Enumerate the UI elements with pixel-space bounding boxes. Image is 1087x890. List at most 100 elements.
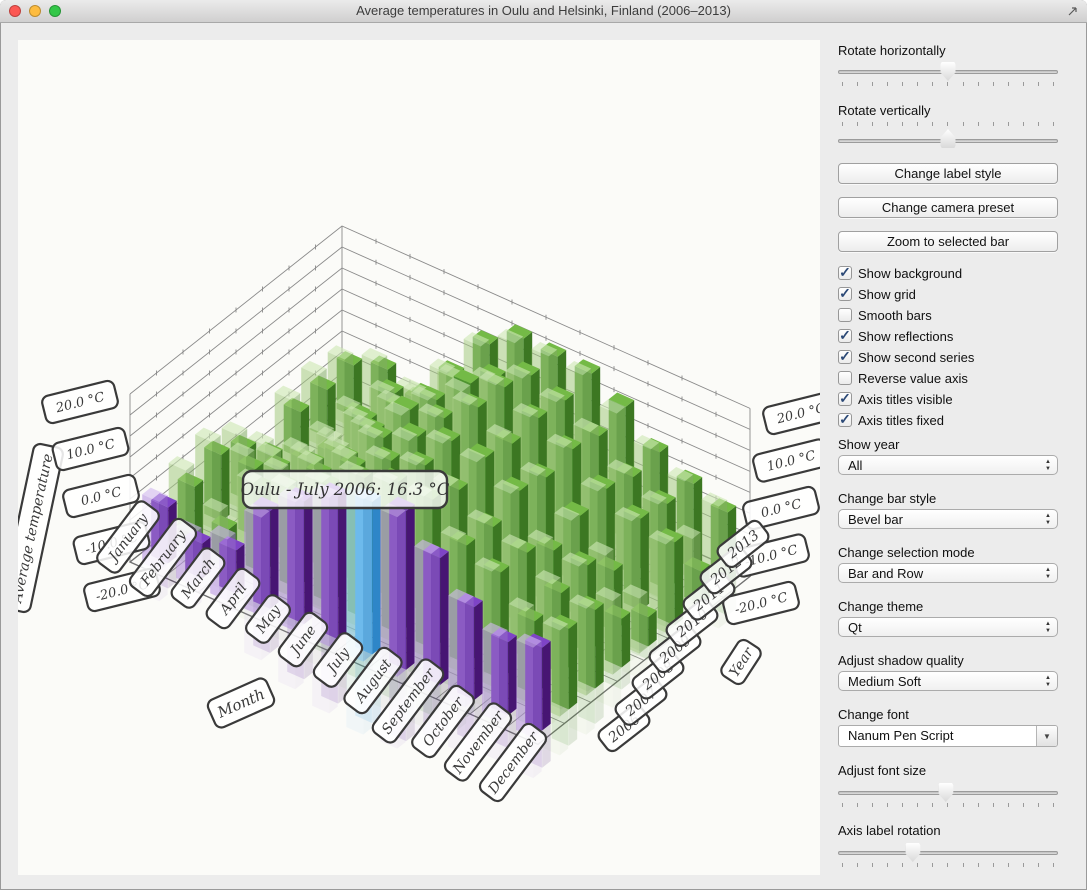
tick-mark [947, 82, 948, 86]
change-label-style-button[interactable]: Change label style [838, 163, 1058, 184]
checkbox-box[interactable] [838, 308, 852, 322]
show-year-label: Show year [838, 437, 1058, 452]
slider-thumb[interactable] [905, 843, 920, 862]
tick-mark [842, 82, 843, 86]
change-camera-preset-button[interactable]: Change camera preset [838, 197, 1058, 218]
app-window: Average temperatures in Oulu and Helsink… [0, 0, 1087, 890]
tick-mark [1053, 803, 1054, 807]
checkbox-smooth-bars[interactable]: Smooth bars [838, 307, 932, 323]
tick-mark [932, 82, 933, 86]
bar-style-select[interactable]: Bevel bar ▲▼ [838, 509, 1058, 529]
tick-mark [872, 122, 873, 126]
checkbox-show-background[interactable]: ✓ Show background [838, 265, 962, 281]
tick-mark [902, 82, 903, 86]
tick-mark [932, 803, 933, 807]
checkbox-label: Axis titles visible [858, 392, 953, 407]
tick-mark [1053, 122, 1054, 126]
slider-ticks [842, 803, 1054, 807]
tick-mark [902, 863, 903, 867]
value-tick-label: 10.0 °C [51, 426, 130, 471]
change-font-label: Change font [838, 707, 1058, 722]
checkbox-box[interactable]: ✓ [838, 392, 852, 406]
tick-mark [887, 803, 888, 807]
chart-panel[interactable]: Average temperature20.0 °C10.0 °C0.0 °C-… [18, 40, 820, 875]
tick-mark [1038, 122, 1039, 126]
window-resize-icon[interactable] [1067, 5, 1079, 17]
axis-label-rotation-slider[interactable] [838, 841, 1058, 871]
tick-mark [1023, 863, 1024, 867]
checkbox-box[interactable] [838, 371, 852, 385]
month-axis-title: Month [206, 676, 277, 729]
slider-ticks [842, 863, 1054, 867]
slider-ticks [842, 122, 1054, 126]
tick-mark [947, 803, 948, 807]
rotate-horizontal-slider[interactable] [838, 60, 1058, 90]
select-value: Qt [848, 620, 862, 636]
tick-mark [978, 122, 979, 126]
zoom-to-selected-bar-button[interactable]: Zoom to selected bar [838, 231, 1058, 252]
tick-mark [1023, 82, 1024, 86]
tick-mark [963, 863, 964, 867]
theme-select[interactable]: Qt ▲▼ [838, 617, 1058, 637]
selection-mode-select[interactable]: Bar and Row ▲▼ [838, 563, 1058, 583]
checkbox-reverse-value-axis[interactable]: Reverse value axis [838, 370, 968, 386]
tick-mark [857, 803, 858, 807]
font-size-slider[interactable] [838, 781, 1058, 811]
checkbox-show-reflections[interactable]: ✓ Show reflections [838, 328, 953, 344]
tick-mark [857, 122, 858, 126]
slider-groove [838, 851, 1058, 855]
value-tick-label: 20.0 °C [41, 379, 120, 424]
font-select[interactable]: Nanum Pen Script ▼ [838, 725, 1058, 747]
adjust-shadow-quality-label: Adjust shadow quality [838, 653, 1058, 668]
svg-text:Average temperature: Average temperature [18, 452, 56, 606]
tick-mark [902, 803, 903, 807]
checkbox-show-grid[interactable]: ✓ Show grid [838, 286, 916, 302]
checkbox-box[interactable]: ✓ [838, 329, 852, 343]
dropdown-arrow-icon[interactable]: ▼ [1036, 726, 1057, 746]
adjust-font-size-label: Adjust font size [838, 763, 1058, 778]
tick-mark [842, 863, 843, 867]
select-value: Nanum Pen Script [848, 728, 954, 744]
tick-mark [1053, 82, 1054, 86]
checkbox-label: Axis titles fixed [858, 413, 944, 428]
year-axis-title: Year [719, 637, 764, 686]
tick-mark [978, 863, 979, 867]
value-tick-label: 0.0 °C [62, 473, 141, 518]
tick-mark [963, 122, 964, 126]
checkbox-box[interactable]: ✓ [838, 287, 852, 301]
tick-mark [872, 863, 873, 867]
stepper-arrows-icon: ▲▼ [1045, 567, 1051, 581]
tick-mark [872, 82, 873, 86]
stepper-arrows-icon: ▲▼ [1045, 513, 1051, 527]
tick-mark [902, 122, 903, 126]
slider-thumb[interactable] [941, 62, 956, 81]
checkbox-axis-titles-fixed[interactable]: ✓ Axis titles fixed [838, 412, 944, 428]
checkbox-box[interactable]: ✓ [838, 413, 852, 427]
slider-thumb[interactable] [941, 129, 956, 148]
show-year-select[interactable]: All ▲▼ [838, 455, 1058, 475]
checkbox-label: Show second series [858, 350, 974, 365]
checkbox-axis-titles-visible[interactable]: ✓ Axis titles visible [838, 391, 953, 407]
selection-tooltip: Oulu - July 2006: 16.3 °C [241, 471, 450, 508]
tick-mark [963, 803, 964, 807]
tick-mark [947, 863, 948, 867]
checkbox-box[interactable]: ✓ [838, 266, 852, 280]
rotate-vertical-slider[interactable] [838, 120, 1058, 150]
tick-mark [887, 82, 888, 86]
axis-label-rotation-label: Axis label rotation [838, 823, 1058, 838]
control-panel: Rotate horizontally Rotate vertically Ch… [838, 0, 1058, 890]
bar-chart-3d[interactable]: Average temperature20.0 °C10.0 °C0.0 °C-… [18, 40, 820, 875]
tick-mark [932, 863, 933, 867]
tick-mark [887, 863, 888, 867]
tick-mark [978, 803, 979, 807]
tick-mark [993, 122, 994, 126]
slider-thumb[interactable] [938, 783, 953, 802]
tick-mark [1038, 863, 1039, 867]
shadow-quality-select[interactable]: Medium Soft ▲▼ [838, 671, 1058, 691]
tick-mark [857, 863, 858, 867]
select-value: Bar and Row [848, 566, 923, 582]
tick-mark [1008, 803, 1009, 807]
checkbox-show-second-series[interactable]: ✓ Show second series [838, 349, 974, 365]
tick-mark [1053, 863, 1054, 867]
checkbox-box[interactable]: ✓ [838, 350, 852, 364]
